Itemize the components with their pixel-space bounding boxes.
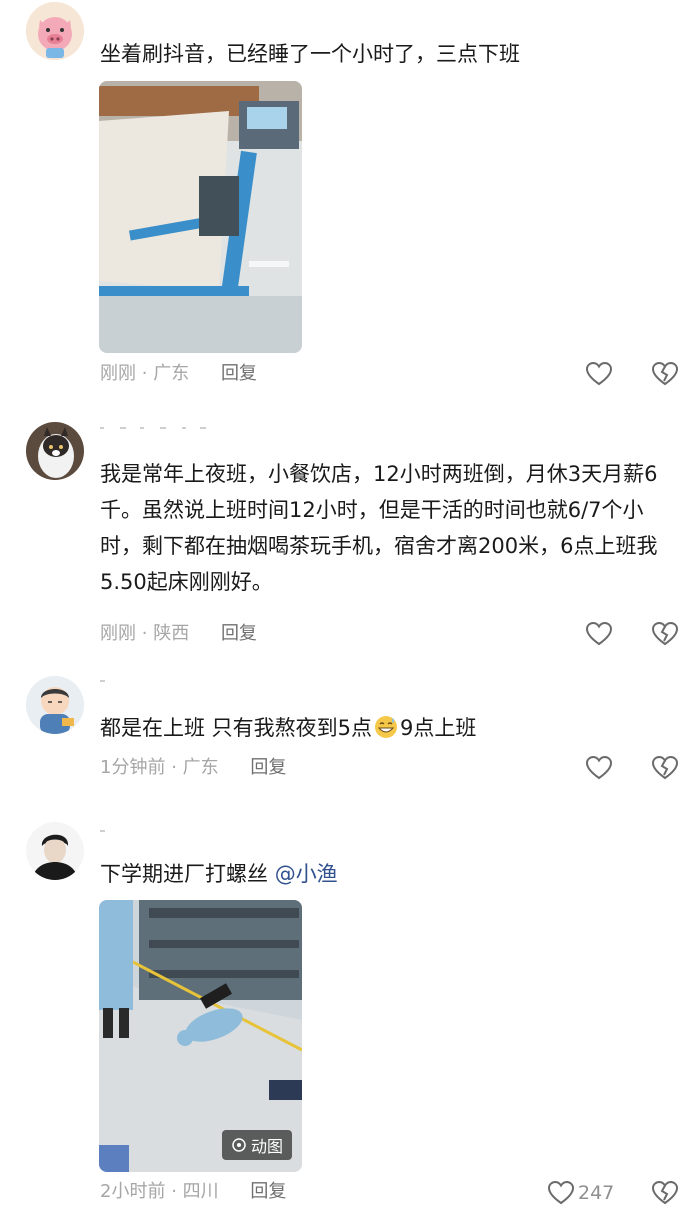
comment-time: 1分钟前	[100, 757, 166, 778]
like-button[interactable]	[584, 753, 614, 783]
comment-text-main: 下学期进厂打螺丝	[100, 862, 268, 886]
comment-text: 都是在上班 只有我熬夜到5点 9点上班	[100, 710, 675, 746]
avatar[interactable]	[26, 822, 84, 880]
meta-separator: ·	[171, 1181, 177, 1202]
comment-location: 广东	[153, 363, 190, 384]
broken-heart-icon	[651, 361, 679, 386]
mention-link[interactable]: @小渔	[275, 862, 338, 886]
comment-time: 刚刚	[100, 363, 136, 384]
like-button[interactable]	[584, 359, 614, 389]
comment-gif[interactable]: 动图	[99, 900, 302, 1172]
comment-meta: 刚刚 · 广东 回复	[100, 362, 257, 386]
gif-badge: 动图	[221, 1130, 292, 1160]
reply-button[interactable]: 回复	[250, 757, 286, 778]
comment-time: 2小时前	[100, 1181, 166, 1202]
comment-text-before: 都是在上班 只有我熬夜到5点	[100, 716, 373, 740]
dislike-button[interactable]	[650, 359, 680, 389]
comment-meta: 刚刚 · 陕西 回复	[100, 622, 257, 646]
comment-time: 刚刚	[100, 623, 136, 644]
comment-meta: 2小时前 · 四川 回复	[100, 1180, 286, 1204]
dislike-button[interactable]	[650, 619, 680, 649]
heart-outline-icon	[585, 361, 613, 386]
grinning-sweat-emoji	[375, 716, 398, 738]
avatar[interactable]	[26, 676, 84, 734]
comment-location: 广东	[182, 757, 219, 778]
username-placeholder	[100, 830, 105, 832]
comment-location: 陕西	[153, 623, 190, 644]
avatar[interactable]	[26, 2, 84, 60]
username-placeholder	[100, 427, 206, 429]
comment-meta: 1分钟前 · 广东 回复	[100, 756, 286, 780]
meta-separator: ·	[171, 757, 177, 778]
dislike-button[interactable]	[650, 753, 680, 783]
heart-outline-icon	[585, 755, 613, 780]
dislike-button[interactable]	[650, 1178, 680, 1208]
comment-text-after: 9点上班	[400, 716, 477, 740]
broken-heart-icon	[651, 755, 679, 780]
avatar[interactable]	[26, 422, 84, 480]
like-count: 247	[578, 1182, 615, 1204]
like-button[interactable]	[584, 619, 614, 649]
heart-outline-icon	[585, 621, 613, 646]
like-button[interactable]	[546, 1178, 576, 1208]
comment-location: 四川	[182, 1181, 219, 1202]
comment-image[interactable]	[99, 81, 302, 353]
username-placeholder	[100, 680, 105, 682]
gif-play-icon	[232, 1138, 246, 1152]
reply-button[interactable]: 回复	[221, 623, 257, 644]
meta-separator: ·	[141, 363, 148, 384]
reply-button[interactable]: 回复	[221, 363, 257, 384]
reply-button[interactable]: 回复	[250, 1181, 286, 1202]
meta-separator: ·	[141, 623, 148, 644]
comment-text: 我是常年上夜班，小餐饮店，12小时两班倒，月休3天月薪6千。虽然说上班时间12小…	[100, 462, 658, 594]
comment-text: 坐着刷抖音，已经睡了一个小时了，三点下班	[100, 42, 520, 66]
comment-text: 下学期进厂打螺丝 @小渔	[100, 856, 675, 892]
broken-heart-icon	[651, 621, 679, 646]
gif-badge-label: 动图	[250, 1137, 283, 1156]
broken-heart-icon	[651, 1180, 679, 1205]
heart-outline-icon	[547, 1180, 575, 1205]
